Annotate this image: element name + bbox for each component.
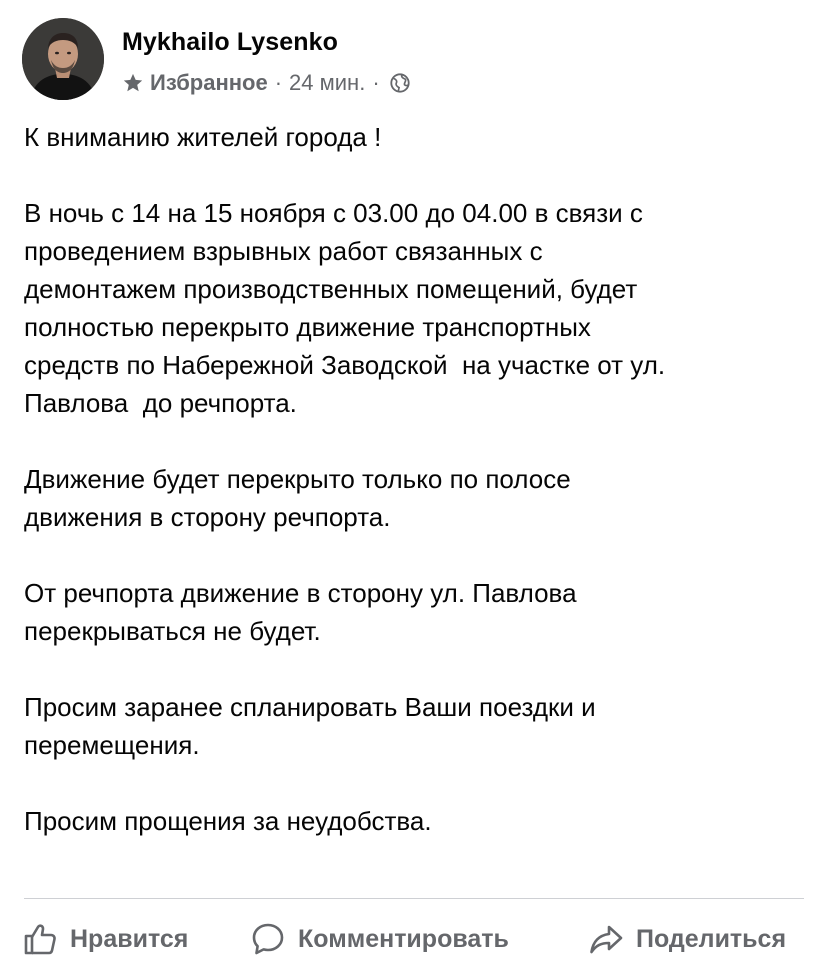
post-paragraph: Просим прощения за неудобства. [24, 806, 432, 836]
comment-label: Комментировать [298, 924, 509, 953]
globe-icon [390, 73, 410, 93]
post-paragraph: Движение будет перекрыто только по полос… [24, 464, 571, 532]
share-label: Поделиться [636, 924, 787, 953]
actions-divider [24, 898, 804, 899]
post-paragraph: Просим заранее спланировать Ваши поездки… [24, 692, 596, 760]
post-text: К вниманию жителей города ! В ночь с 14 … [24, 118, 814, 878]
post-actions-bar: Нравится Комментировать Поделиться [0, 912, 828, 966]
share-button[interactable]: Поделиться [588, 912, 786, 966]
post-time[interactable]: 24 мин. [289, 70, 365, 96]
author-name[interactable]: Mykhailo Lysenko [122, 28, 338, 57]
comment-bubble-icon [252, 923, 284, 955]
thumbs-up-icon [24, 924, 56, 955]
star-icon [123, 73, 143, 92]
like-label: Нравится [70, 924, 189, 953]
post-header: Mykhailo Lysenko Избранное · 24 мин. · [22, 18, 812, 102]
post-meta: Избранное · 24 мин. · [122, 70, 411, 96]
favorites-label[interactable]: Избранное [150, 70, 268, 96]
post-paragraph: В ночь с 14 на 15 ноября с 03.00 до 04.0… [24, 198, 666, 418]
comment-button[interactable]: Комментировать [250, 912, 509, 966]
separator-dot: · [372, 70, 380, 95]
like-button[interactable]: Нравится [22, 912, 188, 966]
avatar[interactable] [22, 18, 104, 100]
share-arrow-icon [590, 925, 623, 954]
avatar-photo [22, 18, 104, 100]
separator-dot: · [274, 70, 283, 95]
post-paragraph: К вниманию жителей города ! [24, 122, 382, 152]
post-paragraph: От речпорта движение в сторону ул. Павло… [24, 578, 577, 646]
